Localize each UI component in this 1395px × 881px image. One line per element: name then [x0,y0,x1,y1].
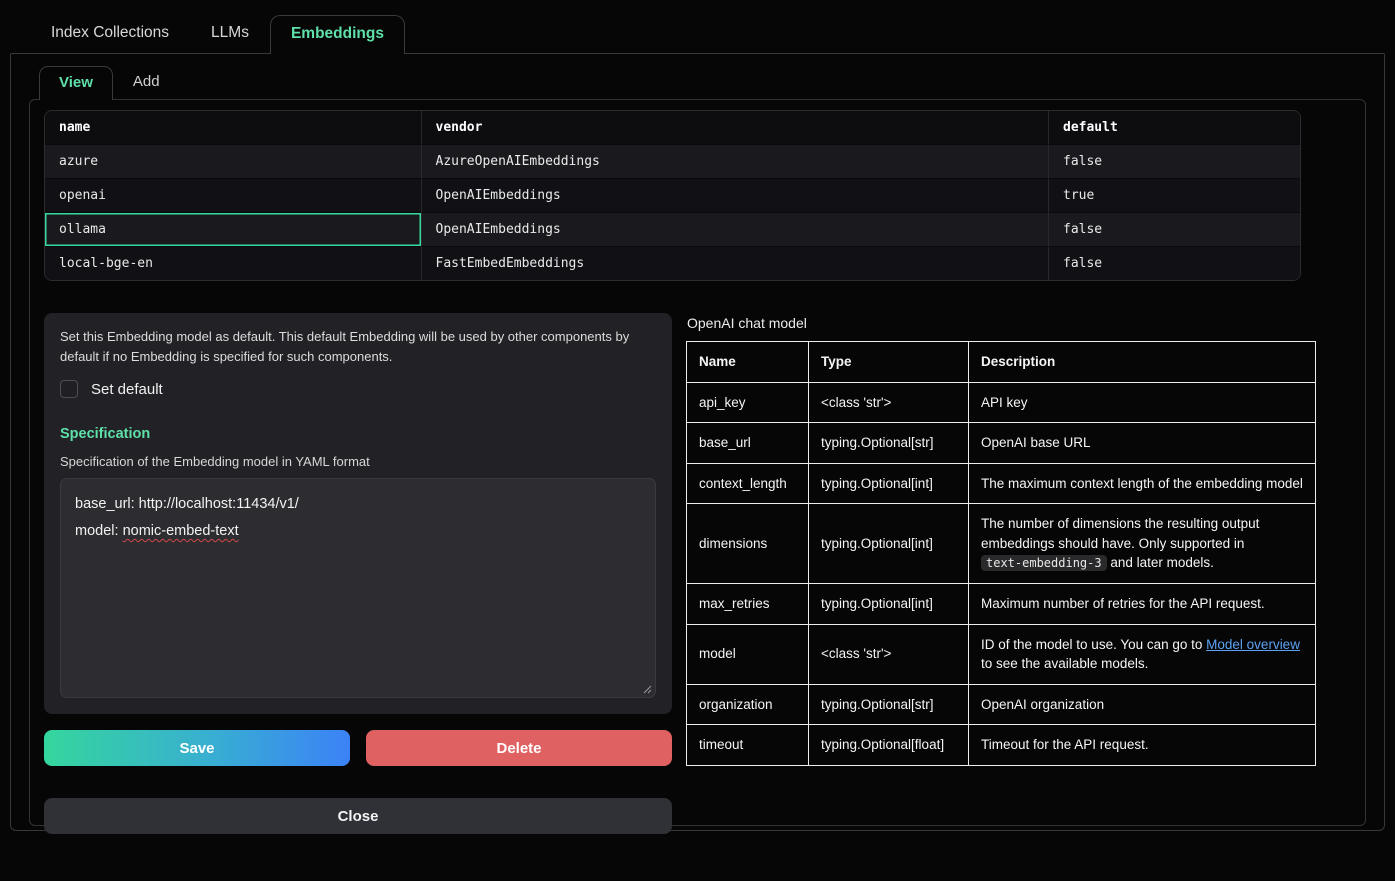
param-type: typing.Optional[str] [809,684,969,725]
param-type: <class 'str'> [809,382,969,423]
column-header-default: default [1049,111,1300,145]
docs-row-model: model <class 'str'> ID of the model to u… [687,624,1316,684]
embeddings-panel: View Add name vendor default azure Azure… [10,53,1385,831]
action-button-row: Save Delete [44,730,672,766]
docs-column-name: Name [687,342,809,383]
cell-vendor[interactable]: OpenAIEmbeddings [422,179,1050,213]
param-description: Timeout for the API request. [969,725,1316,766]
cell-default[interactable]: false [1049,247,1300,280]
main-tab-bar: Index Collections LLMs Embeddings [0,0,1395,53]
delete-button[interactable]: Delete [366,730,672,766]
docs-row-base-url: base_url typing.Optional[str] OpenAI bas… [687,423,1316,464]
view-panel: name vendor default azure AzureOpenAIEmb… [29,99,1366,826]
tab-llms[interactable]: LLMs [190,14,270,53]
param-type: typing.Optional[float] [809,725,969,766]
param-name: max_retries [687,583,809,624]
param-description: OpenAI base URL [969,423,1316,464]
docs-title: OpenAI chat model [687,315,1316,331]
param-type: typing.Optional[int] [809,504,969,584]
cell-name[interactable]: openai [45,179,422,213]
embedding-config-column: Set this Embedding model as default. Thi… [44,313,672,834]
param-name: timeout [687,725,809,766]
set-default-description: Set this Embedding model as default. Thi… [60,327,656,366]
close-button[interactable]: Close [44,798,672,834]
param-name: model [687,624,809,684]
yaml-spec-textarea[interactable]: base_url: http://localhost:11434/v1/ mod… [60,478,656,698]
docs-column-description: Description [969,342,1316,383]
param-description: Maximum number of retries for the API re… [969,583,1316,624]
param-description: API key [969,382,1316,423]
param-type: typing.Optional[str] [809,423,969,464]
cell-default[interactable]: false [1049,145,1300,179]
column-header-vendor: vendor [422,111,1050,145]
cell-name[interactable]: azure [45,145,422,179]
embeddings-table: name vendor default azure AzureOpenAIEmb… [44,110,1301,281]
table-row-ollama[interactable]: ollama OpenAIEmbeddings false [45,213,1300,247]
param-name: organization [687,684,809,725]
cell-name-selected[interactable]: ollama [45,213,422,247]
param-description: ID of the model to use. You can go to Mo… [969,624,1316,684]
param-type: typing.Optional[int] [809,583,969,624]
code-chip: text-embedding-3 [981,555,1107,571]
cell-name[interactable]: local-bge-en [45,247,422,280]
model-params-table: Name Type Description api_key <class 'st… [686,341,1316,766]
docs-column-type: Type [809,342,969,383]
subtab-view[interactable]: View [39,66,113,100]
param-description: The maximum context length of the embedd… [969,463,1316,504]
param-type: <class 'str'> [809,624,969,684]
set-default-label: Set default [91,381,163,398]
textarea-resize-handle-icon[interactable] [642,684,652,694]
table-row-azure[interactable]: azure AzureOpenAIEmbeddings false [45,145,1300,179]
param-type: typing.Optional[int] [809,463,969,504]
model-docs-column: OpenAI chat model Name Type Description … [686,313,1316,834]
cell-vendor[interactable]: AzureOpenAIEmbeddings [422,145,1050,179]
cell-vendor[interactable]: OpenAIEmbeddings [422,213,1050,247]
docs-row-context-length: context_length typing.Optional[int] The … [687,463,1316,504]
docs-row-dimensions: dimensions typing.Optional[int] The numb… [687,504,1316,584]
column-header-name: name [45,111,422,145]
table-row-openai[interactable]: openai OpenAIEmbeddings true [45,179,1300,213]
set-default-checkbox[interactable] [60,380,78,398]
specification-caption: Specification of the Embedding model in … [60,454,656,469]
table-row-local-bge-en[interactable]: local-bge-en FastEmbedEmbeddings false [45,247,1300,280]
docs-row-organization: organization typing.Optional[str] OpenAI… [687,684,1316,725]
param-description: The number of dimensions the resulting o… [969,504,1316,584]
param-name: api_key [687,382,809,423]
model-overview-link[interactable]: Model overview [1206,637,1300,652]
cell-default[interactable]: false [1049,213,1300,247]
subtab-add[interactable]: Add [113,65,180,99]
docs-row-api-key: api_key <class 'str'> API key [687,382,1316,423]
param-description: OpenAI organization [969,684,1316,725]
save-button[interactable]: Save [44,730,350,766]
param-name: dimensions [687,504,809,584]
docs-row-max-retries: max_retries typing.Optional[int] Maximum… [687,583,1316,624]
cell-vendor[interactable]: FastEmbedEmbeddings [422,247,1050,280]
docs-row-timeout: timeout typing.Optional[float] Timeout f… [687,725,1316,766]
set-default-checkbox-row[interactable]: Set default [60,380,656,398]
param-name: context_length [687,463,809,504]
embedding-config-card: Set this Embedding model as default. Thi… [44,313,672,714]
docs-table-header: Name Type Description [687,342,1316,383]
yaml-line-1: base_url: http://localhost:11434/v1/ [75,491,641,518]
cell-default[interactable]: true [1049,179,1300,213]
yaml-line-2: model: nomic-embed-text [75,518,641,545]
tab-embeddings[interactable]: Embeddings [270,15,405,54]
specification-heading: Specification [60,426,656,442]
tab-index-collections[interactable]: Index Collections [30,14,190,53]
embeddings-table-header: name vendor default [45,111,1300,145]
view-add-tab-bar: View Add [11,54,1384,99]
param-name: base_url [687,423,809,464]
